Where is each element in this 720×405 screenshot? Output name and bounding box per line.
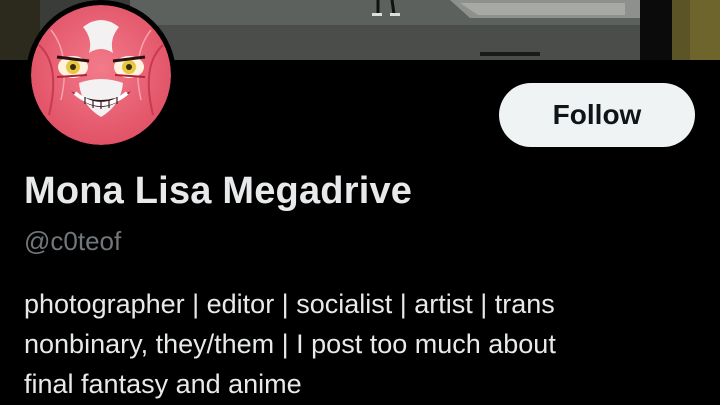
bio-line: photographer | editor | socialist | arti… — [24, 289, 555, 319]
bio-line: final fantasy and anime — [24, 369, 302, 399]
user-handle: @c0teof — [24, 226, 122, 256]
profile-bio: photographer | editor | socialist | arti… — [24, 284, 684, 404]
avatar[interactable] — [26, 0, 176, 150]
grinning-demon-face-icon — [31, 5, 171, 145]
follow-button[interactable]: Follow — [499, 83, 695, 147]
bio-line: nonbinary, they/them | I post too much a… — [24, 329, 556, 359]
display-name: Mona Lisa Megadrive — [24, 170, 413, 212]
